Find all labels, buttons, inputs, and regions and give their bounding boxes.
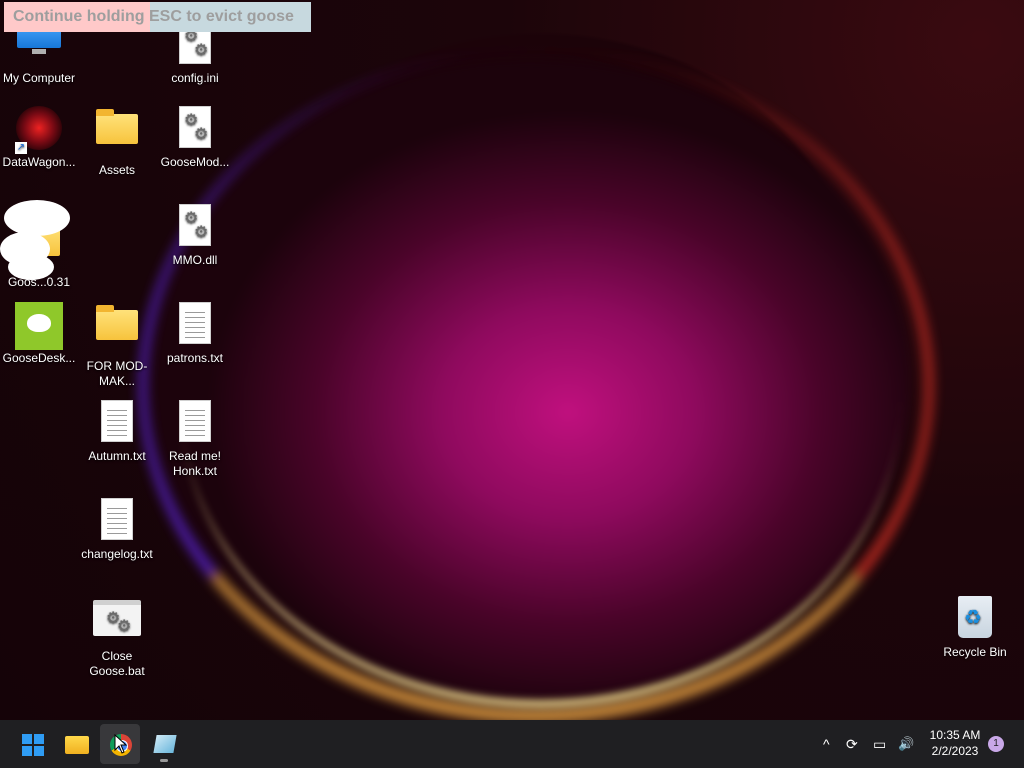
batch-file-icon: ⚙ ⚙ [93, 600, 141, 646]
volume-icon[interactable]: 🔊 [898, 735, 914, 753]
file-explorer-icon [65, 736, 89, 754]
desktop-icon-label: Assets [98, 163, 135, 177]
desktop-icon-label: Read me! Honk.txt [168, 449, 222, 478]
network-icon[interactable]: ▭ [873, 735, 886, 753]
clock-date: 2/2/2023 [931, 744, 979, 758]
desktop-icon-recycle-bin[interactable]: ♻ Recycle Bin [936, 596, 1014, 660]
goose-desktop-icon [15, 302, 63, 350]
file-explorer-button[interactable] [56, 724, 96, 764]
desktop-icon-assets[interactable]: Assets [78, 106, 156, 178]
desktop-icon-label: MMO.dll [172, 253, 218, 267]
system-clock[interactable]: 10:35 AM 2/2/2023 [922, 727, 988, 759]
settings-file-icon: ⚙ ⚙ [171, 204, 219, 250]
notification-badge[interactable]: 1 [988, 736, 1004, 752]
shortcut-arrow-icon: ↗ [15, 142, 27, 154]
goose-sprite[interactable] [0, 198, 72, 288]
evict-goose-banner: Continue holding ESC to evict goose [4, 2, 311, 32]
recycle-bin-icon: ♻ [951, 596, 999, 642]
desktop-icon-label: Close Goose.bat [89, 649, 145, 678]
windows-start-icon [22, 734, 44, 756]
text-file-icon [93, 498, 141, 544]
folder-icon [93, 305, 141, 356]
desktop-icon-label: GooseMod... [160, 155, 230, 169]
desktop-icon-label: DataWagon... [2, 155, 76, 169]
text-file-icon [93, 400, 141, 446]
settings-file-icon: ⚙ ⚙ [171, 106, 219, 152]
wallpaper-ring-inner [180, 90, 900, 708]
desktop-icon-goosedesktop[interactable]: GooseDesk... [0, 302, 78, 366]
desktop-icon-datawagon[interactable]: ↗ DataWagon... [0, 106, 78, 170]
folder-icon [93, 109, 141, 160]
desktop-icon-label: FOR MOD-MAK... [86, 359, 148, 388]
start-button[interactable] [12, 724, 52, 764]
desktop-icon-goosemod[interactable]: ⚙ ⚙ GooseMod... [156, 106, 234, 170]
app-icon [153, 735, 177, 753]
goose-app-button[interactable] [144, 724, 184, 764]
desktop-icon-label: config.ini [171, 71, 219, 85]
desktop-icon-label: GooseDesk... [2, 351, 76, 365]
text-file-icon [171, 302, 219, 348]
desktop-icon-mmo-dll[interactable]: ⚙ ⚙ MMO.dll [156, 204, 234, 268]
desktop-icon-changelog-txt[interactable]: changelog.txt [78, 498, 156, 562]
datawagon-icon: ↗ [15, 106, 63, 154]
desktop-icon-for-mod-makers[interactable]: FOR MOD-MAK... [78, 302, 156, 389]
desktop-icon-label: Autumn.txt [88, 449, 146, 463]
desktop-icon-close-goose-bat[interactable]: ⚙ ⚙ Close Goose.bat [78, 596, 156, 679]
mouse-cursor-icon [114, 734, 128, 754]
text-file-icon [171, 400, 219, 446]
clock-time: 10:35 AM [929, 728, 981, 742]
desktop-icon-label: Recycle Bin [943, 645, 1007, 659]
desktop-icon-autumn-txt[interactable]: Autumn.txt [78, 400, 156, 464]
desktop-icon-label: patrons.txt [166, 351, 224, 365]
desktop-icon-read-me-honk[interactable]: Read me! Honk.txt [156, 400, 234, 479]
taskbar: ^ ⟳ ▭ 🔊 10:35 AM 2/2/2023 1 [0, 720, 1024, 768]
running-indicator [160, 759, 168, 762]
desktop-icon-label: My Computer [2, 71, 76, 85]
desktop-icon-patrons-txt[interactable]: patrons.txt [156, 302, 234, 366]
show-hidden-icons-chevron-icon[interactable]: ^ [823, 735, 830, 753]
desktop-icon-label: changelog.txt [81, 547, 153, 561]
sync-icon[interactable]: ⟳ [846, 735, 858, 753]
